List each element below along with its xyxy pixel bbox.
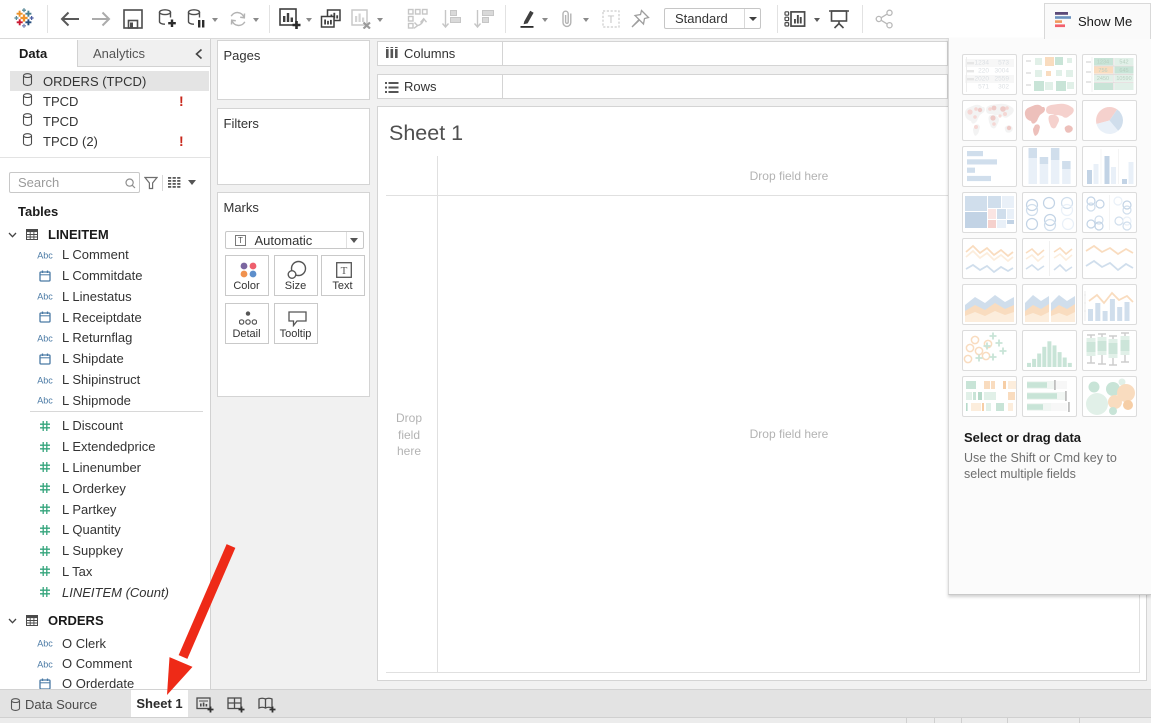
svg-text:T: T [608,14,615,26]
svg-text:645: 645 [1119,68,1128,74]
svg-text:573: 573 [998,60,1009,67]
svg-text:T: T [340,265,347,277]
svg-text:220: 220 [978,68,989,75]
svg-text:542: 542 [1119,60,1128,66]
svg-text:Abc: Abc [37,396,53,406]
svg-text:2559: 2559 [995,76,1010,83]
svg-text:571: 571 [978,84,989,91]
svg-text:Abc: Abc [37,375,53,385]
svg-text:Abc: Abc [37,639,53,649]
svg-text:2020: 2020 [975,76,990,83]
svg-text:Abc: Abc [37,659,53,669]
svg-text:3004: 3004 [995,68,1010,75]
svg-text:2450: 2450 [1097,76,1109,82]
svg-text:Abc: Abc [37,292,53,302]
svg-text:10590: 10590 [1116,76,1131,82]
svg-text:Abc: Abc [37,333,53,343]
svg-text:T: T [238,236,243,245]
svg-text:1234: 1234 [1097,60,1109,66]
svg-text:1234: 1234 [975,60,990,67]
svg-text:302: 302 [998,84,1009,91]
svg-text:Abc: Abc [37,250,53,260]
svg-text:756: 756 [1098,68,1107,74]
